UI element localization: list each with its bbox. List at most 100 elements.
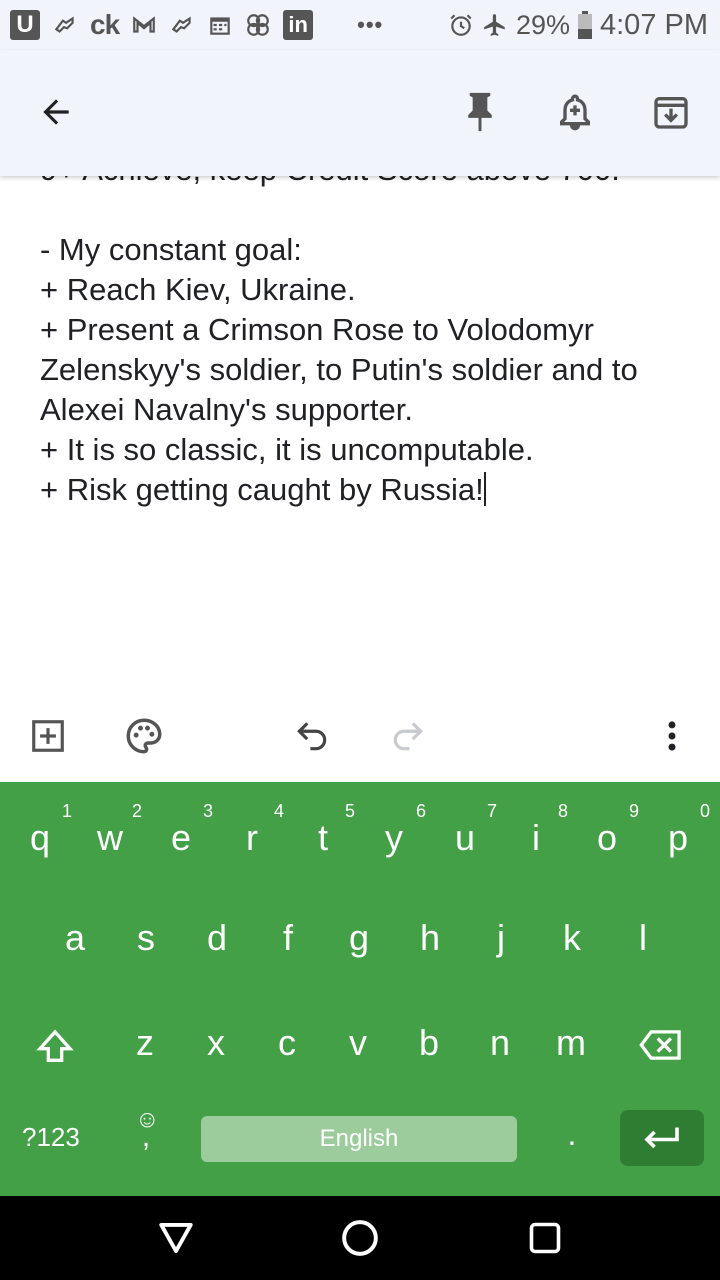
note-blank-line: [40, 190, 690, 230]
key-label: d: [206, 917, 228, 958]
back-button[interactable]: [28, 84, 84, 140]
key-label: x: [207, 1022, 225, 1063]
home-circle-icon: [342, 1220, 378, 1256]
app-bar: [0, 50, 720, 176]
key-e[interactable]: 3e: [146, 787, 216, 887]
key-label: v: [349, 1022, 367, 1063]
alarm-icon: [450, 14, 472, 36]
key-x[interactable]: x: [181, 997, 251, 1097]
nav-recents-button[interactable]: [521, 1214, 569, 1262]
key-label: m: [556, 1022, 586, 1063]
status-bar: U ck in ••• 29% 4:07 PM: [0, 0, 720, 50]
key-label: s: [137, 917, 155, 958]
key-label: w: [97, 817, 123, 858]
key-n[interactable]: n: [465, 997, 535, 1097]
airplane-icon: [484, 14, 505, 36]
note-line: + Present a Crimson Rose to Volodomyr: [40, 312, 594, 347]
key-w[interactable]: 2w: [75, 787, 145, 887]
note-line: + Risk getting caught by Russia!: [40, 472, 484, 507]
key-label: o: [596, 817, 618, 858]
key-label: q: [29, 817, 51, 858]
key-d[interactable]: d: [182, 892, 252, 992]
key-s[interactable]: s: [111, 892, 181, 992]
note-body[interactable]: 9+ Achieve, keep Credit Score above 700.…: [40, 150, 690, 510]
key-label: .: [567, 1116, 577, 1152]
key-label: z: [136, 1022, 154, 1063]
key-a[interactable]: a: [40, 892, 110, 992]
backspace-key[interactable]: [626, 997, 696, 1097]
key-label: g: [348, 917, 370, 958]
add-content-button[interactable]: [20, 708, 76, 764]
key-c[interactable]: c: [252, 997, 322, 1097]
key-label: t: [317, 817, 328, 858]
key-label: k: [563, 917, 581, 958]
key-g[interactable]: g: [324, 892, 394, 992]
clock-time: 4:07 PM: [600, 8, 708, 41]
note-line-last: + Risk getting caught by Russia!: [40, 470, 690, 510]
gmail-icon: [133, 16, 155, 33]
key-v[interactable]: v: [323, 997, 393, 1097]
note-line: - My constant goal:: [40, 232, 302, 267]
key-label: n: [489, 1022, 511, 1063]
key-z[interactable]: z: [110, 997, 180, 1097]
key-label: r: [246, 817, 258, 858]
shift-arrow-icon: [36, 1029, 74, 1062]
key-label: l: [639, 917, 647, 958]
archive-button[interactable]: [643, 84, 699, 140]
tractor-icon: [171, 16, 191, 33]
key-label: e: [170, 817, 192, 858]
key-i[interactable]: 8i: [501, 787, 571, 887]
key-o[interactable]: 9o: [572, 787, 642, 887]
key-b[interactable]: b: [394, 997, 464, 1097]
more-vert-icon: [668, 721, 676, 751]
key-label: j: [497, 917, 505, 958]
key-label: h: [419, 917, 441, 958]
key-u[interactable]: 7u: [430, 787, 500, 887]
battery-icon: [578, 11, 592, 39]
pin-button[interactable]: [452, 84, 508, 140]
note-line: Alexei Navalny's supporter.: [40, 392, 413, 427]
text-cursor: [483, 472, 486, 506]
key-label: y: [385, 817, 403, 858]
note-toolbar: [0, 694, 720, 778]
key-label: p: [667, 817, 689, 858]
key-r[interactable]: 4r: [217, 787, 287, 887]
nav-back-button[interactable]: [152, 1214, 200, 1262]
redo-button[interactable]: [380, 708, 436, 764]
symbols-key[interactable]: ?123: [22, 1122, 80, 1153]
note-line: + Reach Kiev, Ukraine.: [40, 272, 356, 307]
ck-app-icon: ck: [90, 9, 120, 40]
add-box-icon: [32, 720, 64, 752]
period-key[interactable]: .: [537, 1102, 607, 1172]
key-h[interactable]: h: [395, 892, 465, 992]
navigation-bar: [0, 1196, 720, 1280]
key-m[interactable]: m: [536, 997, 606, 1097]
key-p[interactable]: 0p: [643, 787, 713, 887]
comma-key[interactable]: ☺ ,: [111, 1102, 181, 1172]
key-q[interactable]: 1q: [5, 787, 75, 887]
color-palette-button[interactable]: [116, 708, 172, 764]
key-t[interactable]: 5t: [288, 787, 358, 887]
undo-button[interactable]: [284, 708, 340, 764]
space-bar[interactable]: English: [201, 1116, 517, 1162]
enter-key[interactable]: [620, 1110, 704, 1166]
more-options-button[interactable]: [644, 708, 700, 764]
note-line: Zelenskyy's soldier, to Putin's soldier …: [40, 352, 638, 387]
key-k[interactable]: k: [537, 892, 607, 992]
key-j[interactable]: j: [466, 892, 536, 992]
key-l[interactable]: l: [608, 892, 678, 992]
key-label: f: [282, 917, 293, 958]
key-f[interactable]: f: [253, 892, 323, 992]
key-y[interactable]: 6y: [359, 787, 429, 887]
key-label: b: [418, 1022, 440, 1063]
shift-key[interactable]: [20, 997, 90, 1097]
battery-percent: 29%: [515, 9, 570, 40]
more-notifications-icon: •••: [357, 12, 384, 37]
archive-icon: [654, 97, 688, 129]
calendar-icon: [210, 17, 230, 35]
key-label: ,: [141, 1120, 151, 1153]
nav-home-button[interactable]: [336, 1214, 384, 1262]
key-label: u: [454, 817, 476, 858]
add-reminder-button[interactable]: [547, 84, 603, 140]
on-screen-keyboard: 1q 2w 3e 4r 5t 6y 7u 8i 9o 0p a s d f g …: [0, 782, 720, 1196]
